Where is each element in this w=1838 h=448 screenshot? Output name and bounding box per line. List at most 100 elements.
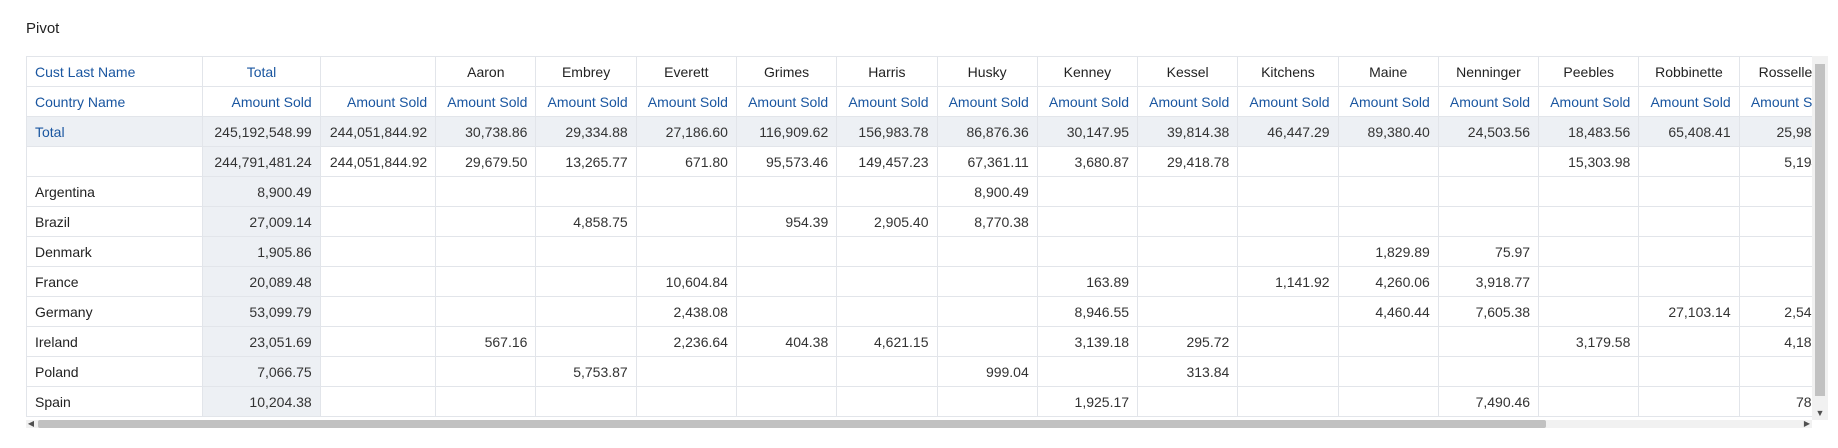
column-header-name[interactable]: Embrey <box>535 56 637 87</box>
measure-header[interactable]: Amount Sold <box>1738 86 1812 117</box>
scroll-down-arrow-icon[interactable]: ▼ <box>1814 408 1826 418</box>
value-cell: 5,194.6 <box>1738 146 1812 177</box>
measure-header[interactable]: Amount Sold <box>1638 86 1740 117</box>
column-header-name[interactable]: Kessel <box>1137 56 1239 87</box>
value-cell: 39,814.38 <box>1137 116 1239 147</box>
measure-header[interactable]: Amount Sold <box>1337 86 1439 117</box>
value-cell: 7,605.38 <box>1437 296 1540 327</box>
value-cell <box>1538 296 1640 327</box>
measure-header[interactable]: Amount Sold <box>1437 86 1540 117</box>
row-label[interactable]: Ireland <box>26 326 204 357</box>
value-cell: 4,858.75 <box>535 206 637 237</box>
table-row: 244,791,481.24 244,051,844.92 29,679.50 13,… <box>26 146 1812 177</box>
value-cell <box>1738 356 1812 387</box>
column-header-name[interactable]: Husky <box>936 56 1038 87</box>
value-cell <box>319 236 437 267</box>
column-header-name[interactable]: Everett <box>635 56 737 87</box>
row-label[interactable] <box>26 146 204 177</box>
total-column-header[interactable]: Total <box>202 56 321 87</box>
measure-header[interactable]: Amount Sold <box>1538 86 1640 117</box>
value-cell <box>1738 176 1812 207</box>
value-cell: 27,103.14 <box>1638 296 1740 327</box>
pivot-viewport: Cust Last Name Total Aaron Embrey Everett G… <box>26 56 1812 420</box>
row-label[interactable]: Brazil <box>26 206 204 237</box>
table-row: Poland 7,066.75 5,753.87 999.04 313.84 <box>26 356 1812 387</box>
scroll-left-arrow-icon[interactable]: ◀ <box>26 420 36 428</box>
pivot-table: Cust Last Name Total Aaron Embrey Everett G… <box>26 56 1812 417</box>
column-dimension-header[interactable]: Country Name <box>26 86 204 117</box>
value-cell <box>535 236 637 267</box>
column-header-name[interactable] <box>319 56 437 87</box>
column-header-name[interactable]: Rossellett <box>1738 56 1812 87</box>
value-cell: 27,186.60 <box>635 116 737 147</box>
value-cell <box>535 386 637 417</box>
column-header-name[interactable]: Kitchens <box>1237 56 1339 87</box>
measure-header[interactable]: Amount Sold <box>1237 86 1339 117</box>
row-label[interactable]: Poland <box>26 356 204 387</box>
row-total-cell: 27,009.14 <box>202 206 321 237</box>
measure-header[interactable]: Amount Sold <box>836 86 938 117</box>
row-label[interactable]: Spain <box>26 386 204 417</box>
row-label[interactable]: Argentina <box>26 176 204 207</box>
value-cell <box>1237 326 1339 357</box>
value-cell <box>1237 356 1339 387</box>
column-header-name[interactable]: Harris <box>836 56 938 87</box>
value-cell: 8,900.49 <box>936 176 1038 207</box>
value-cell: 156,983.78 <box>836 116 938 147</box>
value-cell: 30,738.86 <box>435 116 537 147</box>
column-header-name[interactable]: Peebles <box>1538 56 1640 87</box>
value-cell: 2,438.08 <box>635 296 737 327</box>
row-dimension-header[interactable]: Cust Last Name <box>26 56 204 87</box>
value-cell: 29,679.50 <box>435 146 537 177</box>
measure-header[interactable]: Amount Sold <box>735 86 838 117</box>
horizontal-scroll-thumb[interactable] <box>38 420 1546 428</box>
scroll-right-arrow-icon[interactable]: ▶ <box>1802 420 1812 428</box>
value-cell: 244,051,844.92 <box>319 146 437 177</box>
value-cell <box>1738 206 1812 237</box>
value-cell: 7,490.46 <box>1437 386 1540 417</box>
measure-header[interactable]: Amount Sold <box>435 86 537 117</box>
value-cell <box>735 386 838 417</box>
measure-header[interactable]: Amount Sold <box>635 86 737 117</box>
value-cell <box>1538 176 1640 207</box>
value-cell <box>319 326 437 357</box>
measure-header[interactable]: Amount Sold <box>936 86 1038 117</box>
horizontal-scrollbar[interactable]: ◀ ▶ <box>26 420 1812 428</box>
value-cell: 89,380.40 <box>1337 116 1439 147</box>
value-cell: 86,876.36 <box>936 116 1038 147</box>
vertical-scroll-thumb[interactable] <box>1815 64 1825 396</box>
value-cell <box>1036 356 1139 387</box>
row-label[interactable]: Denmark <box>26 236 204 267</box>
value-cell <box>1738 266 1812 297</box>
row-label[interactable]: Total <box>26 116 204 147</box>
measure-header[interactable]: Amount Sold <box>319 86 437 117</box>
column-header-name[interactable]: Nenninger <box>1437 56 1540 87</box>
value-cell <box>319 176 437 207</box>
value-cell: 4,621.15 <box>836 326 938 357</box>
measure-header[interactable]: Amount Sold <box>1036 86 1139 117</box>
row-total-cell: 8,900.49 <box>202 176 321 207</box>
row-label[interactable]: France <box>26 266 204 297</box>
column-header-name[interactable]: Kenney <box>1036 56 1139 87</box>
row-label[interactable]: Germany <box>26 296 204 327</box>
value-cell <box>1237 386 1339 417</box>
measure-header[interactable]: Amount Sold <box>202 86 321 117</box>
value-cell <box>735 176 838 207</box>
column-header-name[interactable]: Aaron <box>435 56 537 87</box>
row-total-cell: 7,066.75 <box>202 356 321 387</box>
value-cell <box>319 296 437 327</box>
value-cell <box>735 266 838 297</box>
value-cell: 65,408.41 <box>1638 116 1740 147</box>
value-cell <box>1237 176 1339 207</box>
column-header-name[interactable]: Maine <box>1337 56 1439 87</box>
value-cell <box>1337 326 1439 357</box>
vertical-scrollbar[interactable]: ▼ <box>1812 56 1828 420</box>
measure-header[interactable]: Amount Sold <box>1137 86 1239 117</box>
measure-header[interactable]: Amount Sold <box>535 86 637 117</box>
value-cell <box>535 266 637 297</box>
column-header-name[interactable]: Robbinette <box>1638 56 1740 87</box>
value-cell <box>435 206 537 237</box>
column-header-row: Cust Last Name Total Aaron Embrey Everett G… <box>26 56 1812 87</box>
column-header-name[interactable]: Grimes <box>735 56 838 87</box>
value-cell: 1,925.17 <box>1036 386 1139 417</box>
